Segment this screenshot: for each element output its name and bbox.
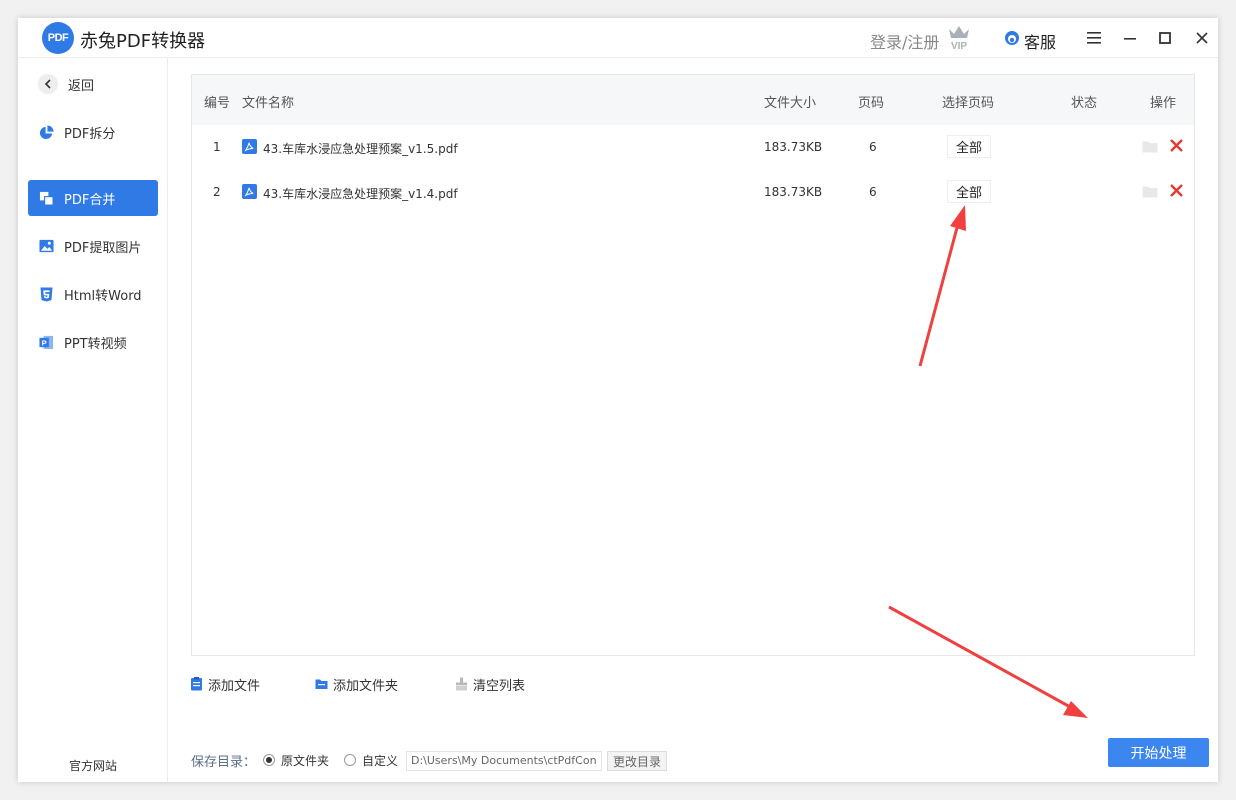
svg-text:VIP: VIP (951, 41, 967, 51)
sidebar-item-pdf-extract-images[interactable]: PDF提取图片 (28, 228, 158, 264)
pie-chart-icon (38, 124, 54, 140)
folder-icon (315, 679, 328, 689)
customer-service-icon[interactable] (1004, 30, 1020, 46)
file-table: 编号 文件名称 文件大小 页码 选择页码 状态 操作 1 43.车库水浸应急处理… (191, 74, 1195, 656)
delete-icon[interactable] (1169, 183, 1184, 198)
start-processing-button[interactable]: 开始处理 (1108, 738, 1209, 767)
row-file-name: 43.车库水浸应急处理预案_v1.4.pdf (263, 187, 458, 201)
row-file-name: 43.车库水浸应急处理预案_v1.5.pdf (263, 142, 458, 156)
row-index: 2 (213, 185, 221, 199)
add-folder-button[interactable]: 添加文件夹 (315, 676, 398, 694)
save-directory-label: 保存目录： (191, 755, 257, 770)
table-header: 编号 文件名称 文件大小 页码 选择页码 状态 操作 (192, 75, 1194, 125)
maximize-icon[interactable] (1155, 28, 1175, 48)
customer-service-link[interactable]: 客服 (1024, 29, 1056, 53)
save-path-input[interactable]: D:\Users\My Documents\ctPdfCon (406, 751, 602, 771)
radio-original-folder[interactable] (263, 754, 275, 766)
html5-icon (38, 286, 54, 302)
row-index: 1 (213, 140, 221, 154)
sidebar-item-pdf-merge[interactable]: PDF合并 (28, 180, 158, 216)
radio-custom-folder[interactable] (344, 754, 356, 766)
folder-icon[interactable] (1142, 140, 1158, 153)
sidebar: 返回 PDF拆分 PDF合并 PDF提取图片 Html转Word P PPT转视… (18, 58, 168, 782)
svg-text:P: P (41, 338, 46, 347)
table-row[interactable]: 1 43.车库水浸应急处理预案_v1.5.pdf 183.73KB 6 全部 (192, 125, 1194, 170)
header-actions: 操作 (1150, 96, 1177, 111)
chevron-left-icon (38, 74, 58, 94)
title-bar: PDF 赤兔PDF转换器 登录/注册 VIP 客服 (18, 18, 1218, 58)
row-pages: 6 (869, 185, 877, 199)
header-index: 编号 (204, 96, 231, 111)
vip-crown-icon[interactable]: VIP (946, 23, 972, 51)
document-icon (191, 677, 202, 691)
merge-icon (38, 190, 54, 206)
official-website-link[interactable]: 官方网站 (18, 757, 168, 774)
row-file-size: 183.73KB (764, 140, 823, 154)
sidebar-item-ppt-to-video[interactable]: P PPT转视频 (28, 324, 158, 360)
delete-icon[interactable] (1169, 138, 1184, 153)
back-label: 返回 (68, 78, 95, 94)
custom-folder-label[interactable]: 自定义 (362, 752, 398, 769)
header-pages: 页码 (858, 96, 885, 111)
app-window: PDF 赤兔PDF转换器 登录/注册 VIP 客服 返回 PDF拆分 PDF合并… (18, 18, 1218, 782)
broom-icon (456, 677, 467, 691)
table-row[interactable]: 2 43.车库水浸应急处理预案_v1.4.pdf 183.73KB 6 全部 (192, 170, 1194, 215)
sidebar-item-html-to-word[interactable]: Html转Word (28, 276, 158, 312)
header-file-size: 文件大小 (764, 96, 817, 111)
image-icon (38, 238, 54, 254)
clear-list-button[interactable]: 清空列表 (455, 676, 525, 694)
change-directory-button[interactable]: 更改目录 (607, 751, 667, 771)
header-status: 状态 (1071, 96, 1098, 111)
sidebar-item-pdf-split[interactable]: PDF拆分 (28, 114, 158, 150)
header-select-pages: 选择页码 (942, 96, 995, 111)
folder-icon[interactable] (1142, 185, 1158, 198)
ppt-icon: P (38, 334, 54, 350)
select-pages-button[interactable]: 全部 (947, 135, 991, 158)
app-logo-icon: PDF (42, 22, 74, 54)
back-button[interactable]: 返回 (38, 74, 94, 94)
add-file-button[interactable]: 添加文件 (190, 676, 260, 694)
pdf-file-icon (242, 139, 257, 154)
select-pages-button[interactable]: 全部 (947, 180, 991, 203)
header-file-name: 文件名称 (242, 96, 295, 111)
row-file-size: 183.73KB (764, 185, 823, 199)
menu-icon[interactable] (1084, 28, 1104, 48)
row-pages: 6 (869, 140, 877, 154)
close-icon[interactable] (1192, 28, 1212, 48)
login-register-link[interactable]: 登录/注册 (870, 29, 939, 53)
pdf-file-icon (242, 184, 257, 199)
minimize-icon[interactable] (1120, 28, 1140, 48)
app-title: 赤兔PDF转换器 (80, 31, 206, 52)
original-folder-label[interactable]: 原文件夹 (281, 752, 329, 769)
